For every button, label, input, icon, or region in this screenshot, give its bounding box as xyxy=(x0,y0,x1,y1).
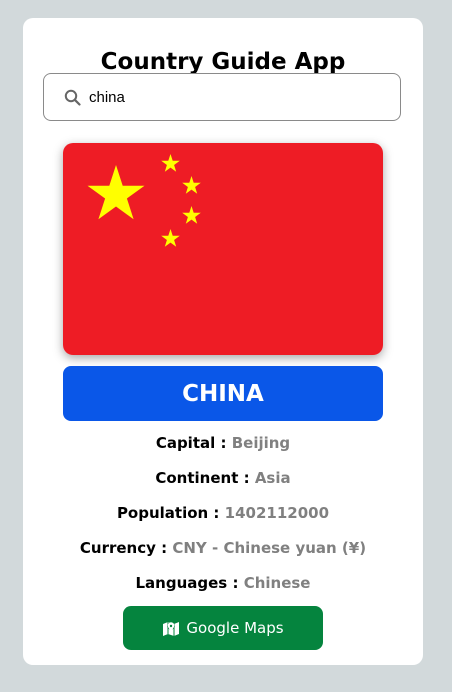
search-input[interactable] xyxy=(89,83,379,111)
continent-value: Asia xyxy=(254,469,291,487)
capital-label: Capital : xyxy=(155,434,227,452)
search-icon xyxy=(64,89,81,106)
country-card: Country Guide App CHINA Capital : Beijin… xyxy=(23,18,423,665)
population-value: 1402112000 xyxy=(224,504,330,522)
currency-row: Currency : CNY - Chinese yuan (¥) xyxy=(23,538,423,558)
languages-label: Languages : xyxy=(135,574,239,592)
country-name-banner: CHINA xyxy=(63,366,383,421)
languages-row: Languages : Chinese xyxy=(23,573,423,593)
continent-row: Continent : Asia xyxy=(23,468,423,488)
google-maps-button[interactable]: Google Maps xyxy=(123,606,323,650)
app-title: Country Guide App xyxy=(100,49,346,75)
capital-value: Beijing xyxy=(231,434,291,452)
search-box[interactable] xyxy=(43,73,401,121)
continent-label: Continent : xyxy=(155,469,250,487)
capital-row: Capital : Beijing xyxy=(23,433,423,453)
map-icon xyxy=(163,622,180,636)
country-flag xyxy=(63,143,383,355)
population-row: Population : 1402112000 xyxy=(23,503,423,523)
currency-value: CNY - Chinese yuan (¥) xyxy=(172,539,367,557)
languages-value: Chinese xyxy=(243,574,311,592)
china-flag-image xyxy=(63,143,383,355)
currency-label: Currency : xyxy=(79,539,168,557)
population-label: Population : xyxy=(116,504,220,522)
google-maps-label: Google Maps xyxy=(186,619,284,637)
